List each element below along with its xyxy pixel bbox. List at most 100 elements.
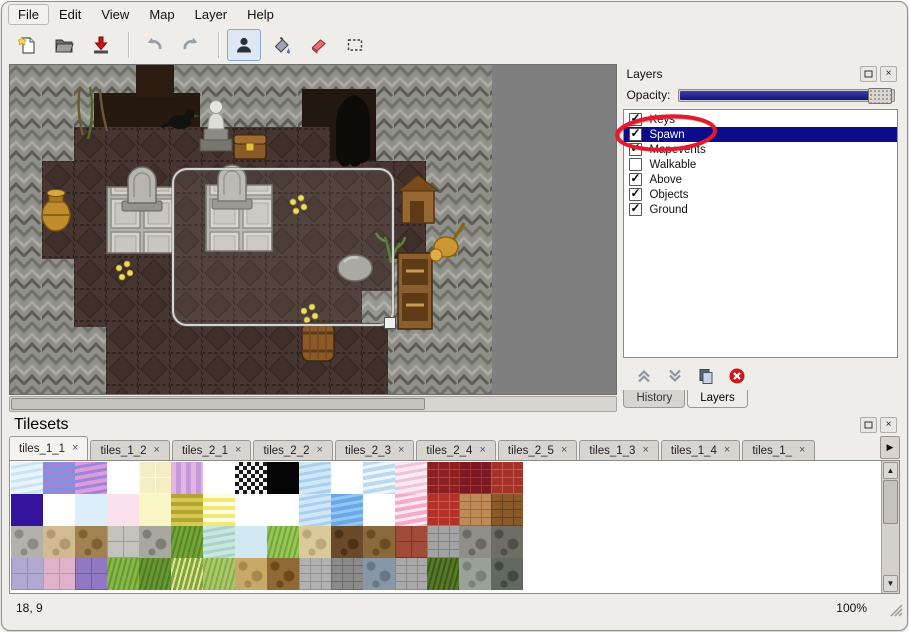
close-tab-icon[interactable]: × <box>724 445 730 456</box>
tileset-tile[interactable] <box>203 494 235 526</box>
tileset-tile[interactable] <box>331 494 363 526</box>
map-viewport[interactable] <box>9 64 617 395</box>
undo-button[interactable] <box>137 29 171 61</box>
layer-visibility-checkbox[interactable] <box>629 128 642 141</box>
tileset-tile[interactable] <box>75 462 107 494</box>
layer-visibility-checkbox[interactable] <box>629 203 642 216</box>
tileset-tile[interactable] <box>427 494 459 526</box>
tileset-tab-7[interactable]: tiles_1_3 × <box>579 440 658 460</box>
menu-view[interactable]: View <box>91 4 139 25</box>
tileset-tile[interactable] <box>491 494 523 526</box>
tileset-tile[interactable] <box>107 494 139 526</box>
tileset-tile[interactable] <box>395 526 427 558</box>
tileset-tile[interactable] <box>299 526 331 558</box>
layer-list[interactable]: Keys Spawn Mapevents Walkable Above <box>623 109 898 358</box>
tileset-vertical-scrollbar[interactable]: ▲ ▼ <box>881 461 899 593</box>
tileset-tile[interactable] <box>171 558 203 590</box>
scroll-down-button[interactable]: ▼ <box>883 575 898 592</box>
tileset-tile[interactable] <box>459 494 491 526</box>
layer-row-spawn[interactable]: Spawn <box>624 127 897 142</box>
save-button[interactable] <box>84 29 118 61</box>
layer-row-above[interactable]: Above <box>624 172 897 187</box>
tileset-tab-4[interactable]: tiles_2_3 × <box>335 440 414 460</box>
tileset-tile[interactable] <box>427 558 459 590</box>
map-selection[interactable] <box>173 169 396 329</box>
open-button[interactable] <box>47 29 81 61</box>
layer-duplicate-button[interactable] <box>695 365 717 387</box>
close-tab-icon[interactable]: × <box>479 445 485 456</box>
tileset-tab-1[interactable]: tiles_1_2 × <box>90 440 169 460</box>
tileset-tile[interactable] <box>427 462 459 494</box>
tileset-tile[interactable] <box>363 526 395 558</box>
layer-visibility-checkbox[interactable] <box>629 158 642 171</box>
tileset-tile[interactable] <box>235 558 267 590</box>
tileset-grid[interactable] <box>11 462 523 590</box>
tileset-tile[interactable] <box>11 526 43 558</box>
layer-row-keys[interactable]: Keys <box>624 112 897 127</box>
select-tool-button[interactable] <box>338 29 372 61</box>
tileset-tile[interactable] <box>331 462 363 494</box>
layer-visibility-checkbox[interactable] <box>629 188 642 201</box>
tileset-tile[interactable] <box>491 526 523 558</box>
tileset-tab-3[interactable]: tiles_2_2 × <box>253 440 332 460</box>
tileset-tile[interactable] <box>203 558 235 590</box>
tileset-tile[interactable] <box>43 494 75 526</box>
layers-float-button[interactable] <box>860 66 877 82</box>
opacity-slider[interactable] <box>678 89 895 102</box>
tileset-tile[interactable] <box>107 526 139 558</box>
tileset-tile[interactable] <box>395 558 427 590</box>
tileset-tile[interactable] <box>299 462 331 494</box>
new-file-button[interactable] <box>10 29 44 61</box>
tileset-tile[interactable] <box>43 558 75 590</box>
tileset-tile[interactable] <box>459 462 491 494</box>
tileset-tile[interactable] <box>267 462 299 494</box>
tileset-tile[interactable] <box>459 526 491 558</box>
tileset-tile[interactable] <box>171 526 203 558</box>
close-tab-icon[interactable]: × <box>235 445 241 456</box>
close-tab-icon[interactable]: × <box>72 443 78 454</box>
close-tab-icon[interactable]: × <box>561 445 567 456</box>
layer-visibility-checkbox[interactable] <box>629 173 642 186</box>
menu-map[interactable]: Map <box>139 4 184 25</box>
close-tab-icon[interactable]: × <box>317 445 323 456</box>
map-horizontal-scrollbar[interactable] <box>9 396 617 412</box>
layer-visibility-checkbox[interactable] <box>629 113 642 126</box>
tileset-tile[interactable] <box>363 558 395 590</box>
scroll-track[interactable] <box>882 524 899 574</box>
selection-resize-handle[interactable] <box>385 318 396 329</box>
tilesets-float-button[interactable] <box>860 417 877 433</box>
layer-row-mapevents[interactable]: Mapevents <box>624 142 897 157</box>
menu-edit[interactable]: Edit <box>49 4 91 25</box>
tileset-tile[interactable] <box>75 494 107 526</box>
tileset-tile[interactable] <box>395 494 427 526</box>
tileset-tile[interactable] <box>267 526 299 558</box>
tileset-tile[interactable] <box>395 462 427 494</box>
tileset-tile[interactable] <box>107 558 139 590</box>
tileset-tile[interactable] <box>331 558 363 590</box>
map-horizontal-scrollbar-thumb[interactable] <box>11 398 425 410</box>
redo-button[interactable] <box>174 29 208 61</box>
tileset-tile[interactable] <box>491 462 523 494</box>
menu-help[interactable]: Help <box>237 4 284 25</box>
menu-layer[interactable]: Layer <box>185 4 238 25</box>
close-tab-icon[interactable]: × <box>154 445 160 456</box>
tab-scroll-right-button[interactable]: ▶ <box>880 436 900 459</box>
tileset-tile[interactable] <box>203 526 235 558</box>
tileset-tile[interactable] <box>75 526 107 558</box>
layer-delete-button[interactable] <box>726 365 748 387</box>
fill-tool-button[interactable] <box>264 29 298 61</box>
close-tab-icon[interactable]: × <box>642 445 648 456</box>
layer-row-walkable[interactable]: Walkable <box>624 157 897 172</box>
tileset-tile[interactable] <box>267 494 299 526</box>
tileset-tile[interactable] <box>235 462 267 494</box>
tileset-tile[interactable] <box>43 462 75 494</box>
tileset-tile[interactable] <box>171 462 203 494</box>
tileset-tab-2[interactable]: tiles_2_1 × <box>172 440 251 460</box>
tileset-tile[interactable] <box>459 558 491 590</box>
layer-lower-button[interactable] <box>664 365 686 387</box>
tileset-tile[interactable] <box>43 526 75 558</box>
tab-history[interactable]: History <box>623 390 685 408</box>
map-canvas[interactable] <box>10 65 492 395</box>
tileset-tile[interactable] <box>107 462 139 494</box>
tab-layers[interactable]: Layers <box>687 390 748 408</box>
